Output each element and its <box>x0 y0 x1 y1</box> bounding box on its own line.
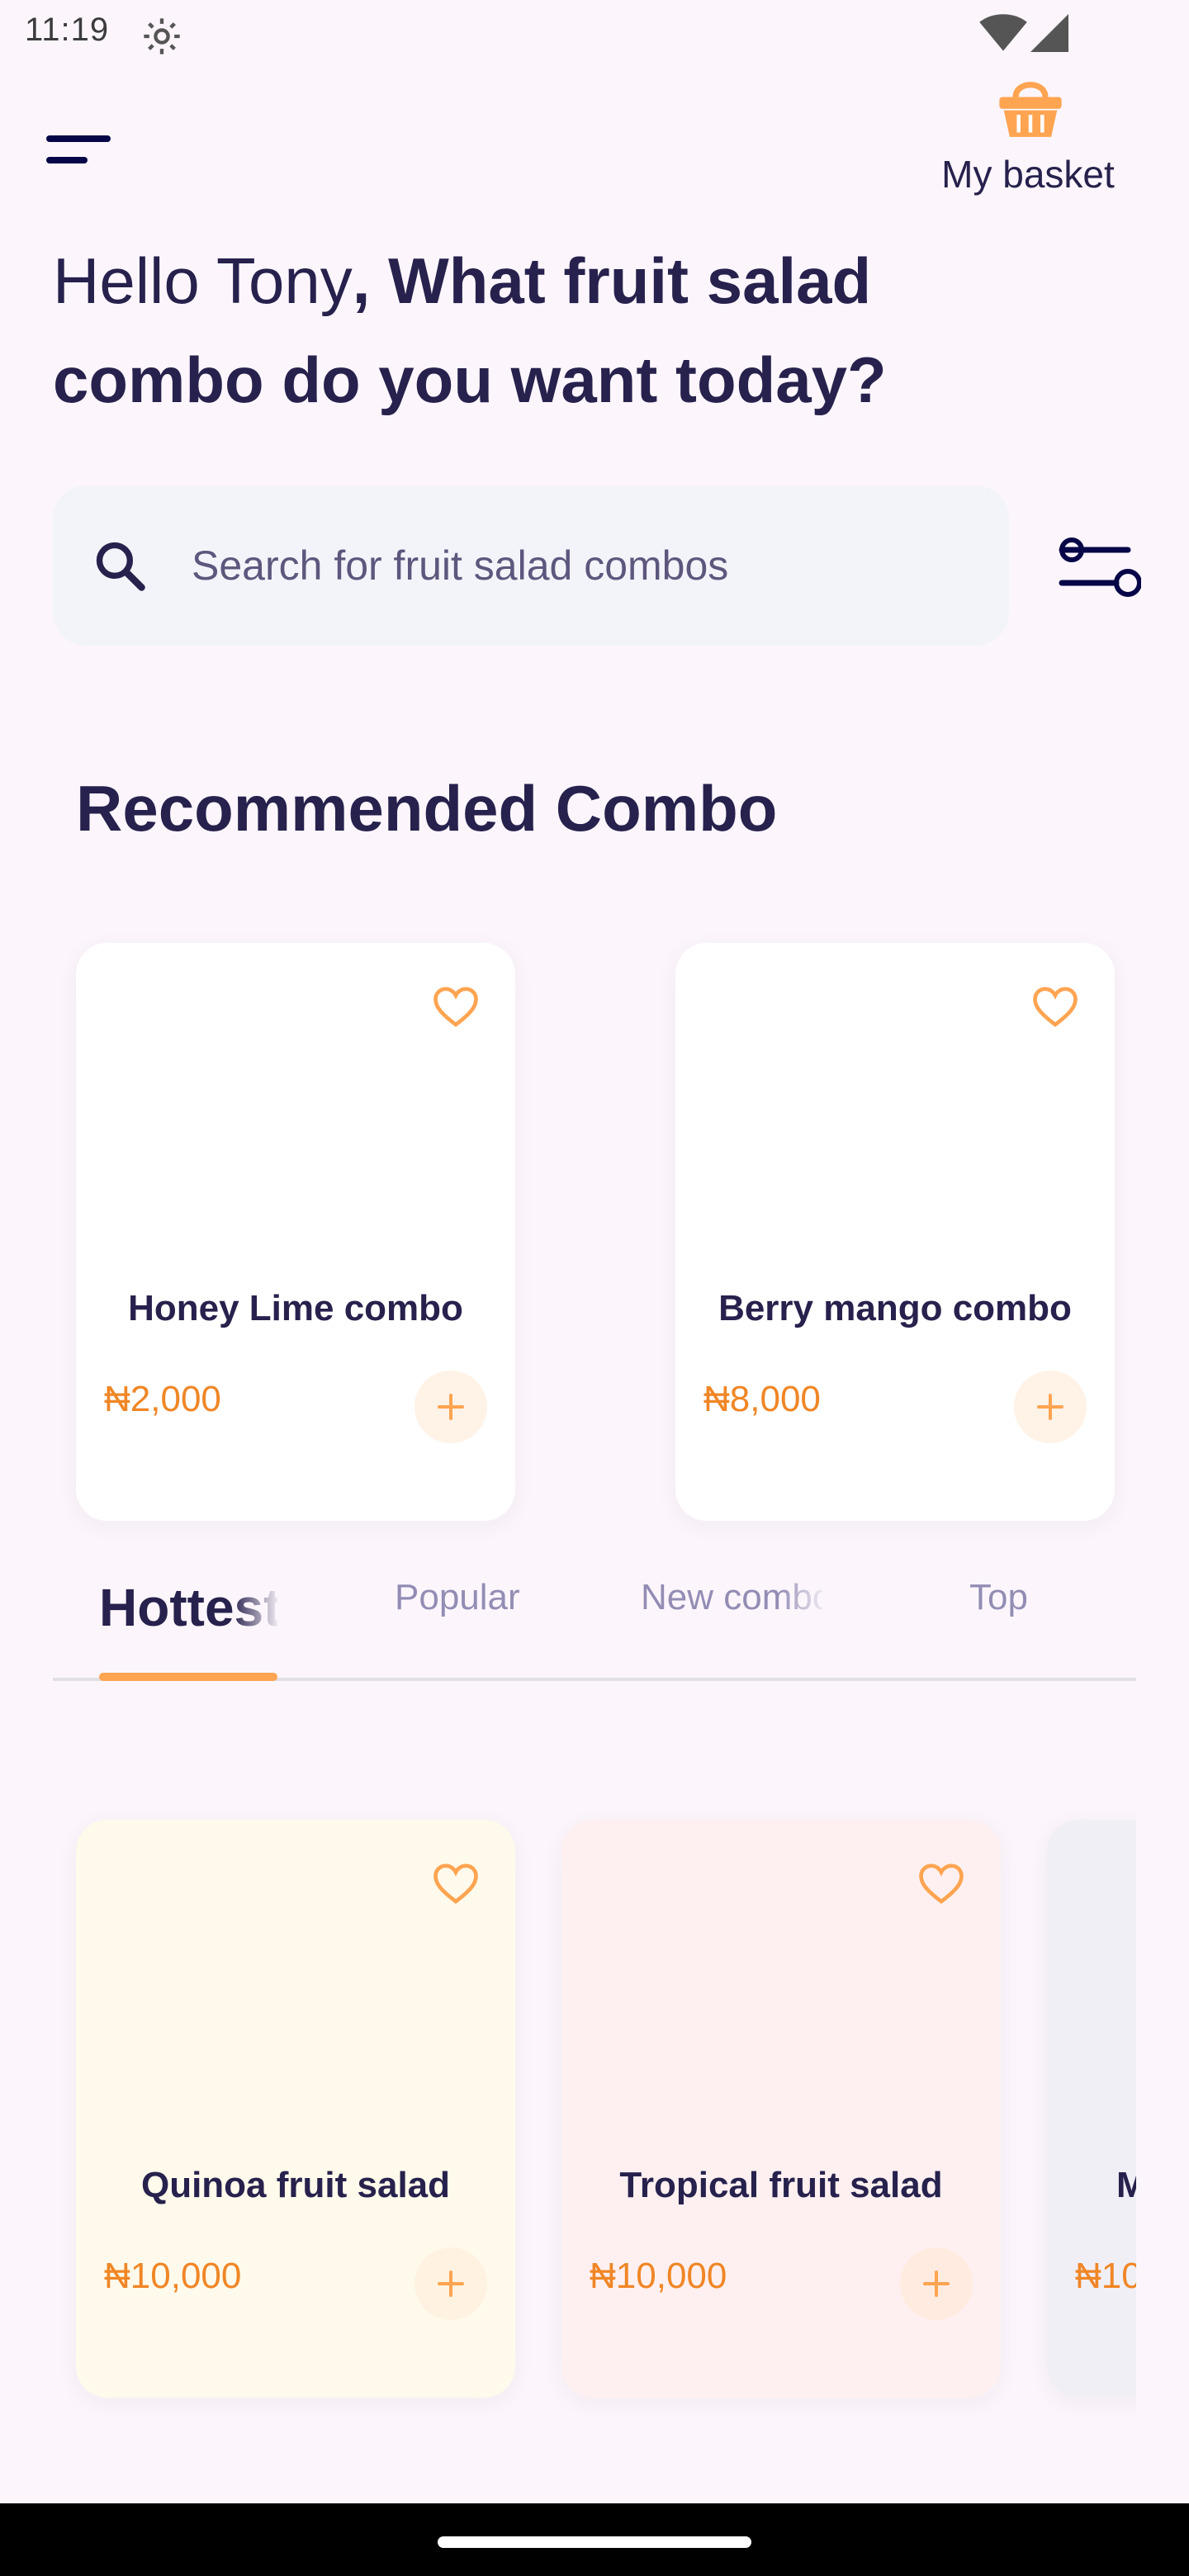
recommended-card[interactable]: Berry mango combo ₦8,000 <box>675 943 1115 1521</box>
favorite-heart-icon[interactable] <box>1032 986 1078 1029</box>
search-bar[interactable] <box>53 485 1009 646</box>
cell-signal-icon <box>1030 14 1068 52</box>
combo-name: M <box>1116 2165 1136 2205</box>
basket-label: My basket <box>941 153 1115 196</box>
combo-price: ₦8,000 <box>703 1379 821 1419</box>
settings-gear-icon <box>144 18 180 54</box>
hottest-list[interactable]: Quinoa fruit salad ₦10,000 Tropical frui… <box>53 1800 1136 2427</box>
basket-icon <box>999 82 1062 137</box>
recommended-card[interactable]: Honey Lime combo ₦2,000 <box>76 943 515 1521</box>
home-gesture-handle[interactable] <box>438 2536 751 2548</box>
recommended-section-title: Recommended Combo <box>76 772 778 845</box>
combo-price: ₦2,000 <box>104 1379 221 1419</box>
combo-name: Berry mango combo <box>718 1288 1072 1328</box>
add-to-basket-button[interactable] <box>1014 1371 1087 1443</box>
filter-icon[interactable] <box>1059 537 1141 599</box>
combo-name: Quinoa fruit salad <box>140 2165 451 2205</box>
add-to-basket-button[interactable] <box>900 2247 973 2320</box>
wifi-icon <box>979 14 1027 51</box>
greeting-name: Hello Tony <box>53 244 353 317</box>
favorite-heart-icon[interactable] <box>918 1863 964 1906</box>
system-navigation-bar <box>0 2503 1189 2576</box>
hottest-card[interactable]: M ₦10 <box>1047 1820 1136 2398</box>
active-tab-indicator <box>99 1673 277 1681</box>
search-input[interactable] <box>192 535 968 596</box>
hottest-card[interactable]: Tropical fruit salad ₦10,000 <box>561 1820 1001 2398</box>
add-to-basket-button[interactable] <box>414 2247 487 2320</box>
combo-name: Honey Lime combo <box>128 1288 463 1328</box>
combo-price: ₦10,000 <box>590 2256 727 2296</box>
tab-fade <box>231 1569 281 1651</box>
combo-price: ₦10,000 <box>104 2256 242 2296</box>
menu-button[interactable] <box>46 132 116 170</box>
combo-price: ₦10 <box>1075 2256 1136 2296</box>
status-bar: 11:19 <box>0 0 1189 69</box>
combo-name: Tropical fruit salad <box>619 2165 943 2205</box>
tab-fade <box>779 1569 829 1651</box>
search-icon <box>96 542 145 591</box>
favorite-heart-icon[interactable] <box>433 986 479 1029</box>
favorite-heart-icon[interactable] <box>433 1863 479 1906</box>
tab-top[interactable]: Top <box>969 1577 1052 1618</box>
greeting-heading: Hello Tony, What fruit salad combo do yo… <box>53 231 1044 429</box>
status-time: 11:19 <box>25 12 110 48</box>
category-tabs: Hottest Popular New combo Top <box>53 1552 1136 1681</box>
add-to-basket-button[interactable] <box>414 1371 487 1443</box>
app-screen: 11:19 My basket Hello Tony, What fruit s… <box>0 0 1189 2576</box>
my-basket-button[interactable]: My basket <box>917 69 1139 210</box>
hottest-card[interactable]: Quinoa fruit salad ₦10,000 <box>76 1820 515 2398</box>
menu-line-icon <box>46 135 111 142</box>
tab-popular[interactable]: Popular <box>395 1577 560 1618</box>
menu-line-icon <box>46 157 88 163</box>
